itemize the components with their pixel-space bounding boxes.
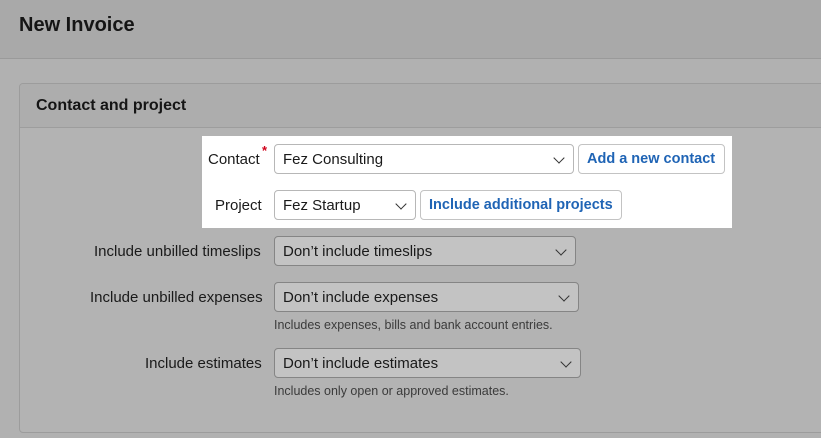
expenses-select-value: Don’t include expenses — [283, 289, 439, 306]
expenses-select[interactable]: Don’t include expenses — [274, 282, 579, 312]
contact-select-value: Fez Consulting — [283, 151, 384, 168]
project-select-value: Fez Startup — [283, 197, 361, 214]
estimates-select[interactable]: Don’t include estimates — [274, 348, 581, 378]
chevron-down-icon — [555, 244, 567, 256]
panel-title: Contact and project — [36, 97, 187, 114]
estimates-hint: Includes only open or approved estimates… — [274, 384, 509, 398]
chevron-down-icon — [560, 356, 572, 368]
chevron-down-icon — [553, 152, 565, 164]
timeslips-select-value: Don’t include timeslips — [283, 243, 433, 260]
timeslips-label: Include unbilled timeslips — [94, 243, 261, 260]
required-marker: * — [262, 143, 268, 158]
project-select[interactable]: Fez Startup — [274, 190, 416, 220]
add-new-contact-button[interactable]: Add a new contact — [578, 144, 725, 174]
expenses-hint: Includes expenses, bills and bank accoun… — [274, 318, 553, 332]
expenses-label: Include unbilled expenses — [90, 289, 263, 306]
contact-select[interactable]: Fez Consulting — [274, 144, 574, 174]
contact-label: Contact — [208, 151, 260, 168]
chevron-down-icon — [558, 290, 570, 302]
chevron-down-icon — [395, 198, 407, 210]
estimates-label: Include estimates — [145, 355, 262, 372]
panel-header: Contact and project — [20, 84, 821, 128]
estimates-select-value: Don’t include estimates — [283, 355, 439, 372]
page-title: New Invoice — [19, 14, 135, 36]
page-header: New Invoice — [0, 0, 821, 59]
project-label: Project — [215, 197, 262, 214]
include-additional-projects-button[interactable]: Include additional projects — [420, 190, 622, 220]
timeslips-select[interactable]: Don’t include timeslips — [274, 236, 576, 266]
